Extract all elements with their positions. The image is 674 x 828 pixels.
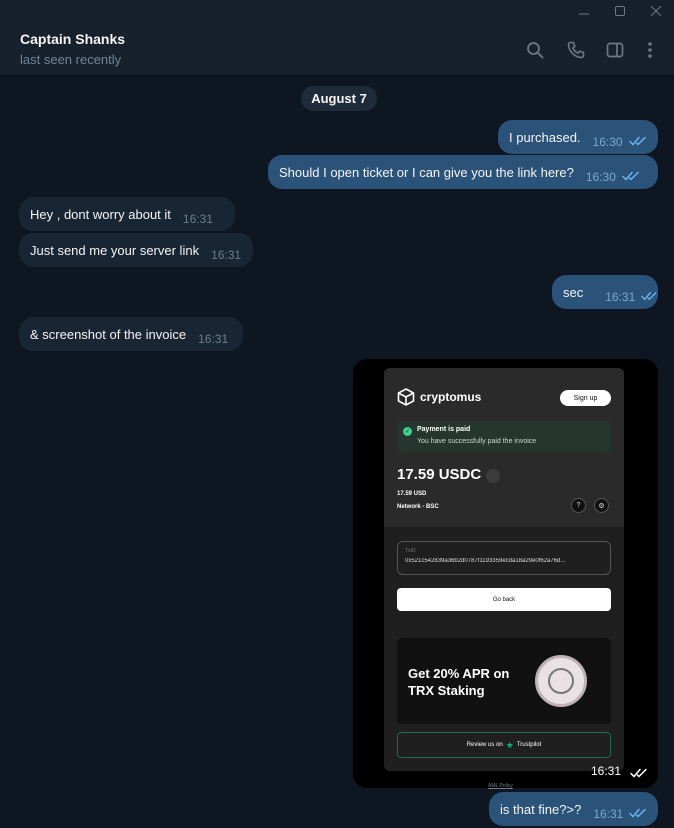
phone-icon[interactable] (565, 39, 587, 61)
go-back-button: Go back (397, 588, 611, 611)
aml-policy-link: AML Policy (488, 783, 513, 789)
amount: 17.59 USDC (397, 466, 482, 483)
message-text: Hey , dont worry about it (30, 206, 171, 222)
help-icon: ? (571, 498, 586, 513)
settings-icon: ⚙ (594, 498, 609, 513)
message-time: 16:31 (211, 247, 242, 262)
invoice-screenshot: cryptomus Sign up ✓ Payment is paid You … (384, 368, 624, 771)
network-label: Network - BSC (397, 504, 439, 510)
message-outgoing[interactable]: sec 16:31 (552, 275, 658, 309)
message-incoming[interactable]: Hey , dont worry about it 16:31 (19, 197, 235, 231)
minimize-button[interactable] (566, 0, 602, 22)
message-text: & screenshot of the invoice (30, 326, 187, 342)
title-bar (0, 0, 674, 22)
trustpilot-review: Review us on ★ Trustpilot (397, 732, 611, 758)
copy-icon (486, 469, 500, 483)
invoice-screenshot-photo[interactable]: cryptomus Sign up ✓ Payment is paid You … (353, 359, 658, 788)
payment-status-title: Payment is paid (417, 426, 471, 433)
star-icon: ★ (505, 739, 514, 750)
telegram-window: Captain Shanks last seen recently August… (0, 0, 674, 828)
message-outgoing[interactable]: is that fine?>? 16:31 (489, 792, 658, 826)
signup-button: Sign up (560, 390, 611, 406)
txid-label: TxID (405, 548, 416, 554)
chat-header[interactable]: Captain Shanks last seen recently (0, 22, 674, 76)
review-label: Review us on (466, 742, 503, 748)
message-time: 16:30 (592, 134, 623, 149)
message-outgoing[interactable]: Should I open ticket or I can give you t… (268, 155, 658, 189)
contact-name[interactable]: Captain Shanks (20, 31, 125, 47)
double-check-icon (630, 768, 647, 778)
maximize-button[interactable] (602, 0, 638, 22)
trx-coin-icon (535, 655, 587, 707)
double-check-icon (628, 136, 646, 146)
cryptomus-logo: cryptomus (397, 388, 481, 406)
message-time: 16:31 (182, 211, 213, 226)
trustpilot-label: Trustpilot (516, 742, 542, 748)
contact-status: last seen recently (20, 52, 122, 67)
more-vertical-icon[interactable] (639, 39, 661, 61)
usd-amount: 17.59 USD (397, 491, 427, 497)
double-check-icon (629, 808, 647, 818)
message-time: 16:30 (585, 169, 616, 184)
payment-status-subtitle: You have successfully paid the invoice (417, 438, 537, 445)
message-time: 16:31 (605, 289, 636, 304)
double-check-icon (641, 292, 657, 301)
message-outgoing[interactable]: I purchased. 16:30 (498, 120, 658, 154)
brand-name: cryptomus (420, 390, 482, 404)
txid-field: TxID 0x521c542839a36b2d0787f1193359ecda1… (397, 541, 611, 575)
search-icon[interactable] (524, 39, 546, 61)
message-text: Just send me your server link (30, 242, 200, 258)
date-separator: August 7 (301, 86, 377, 111)
message-incoming[interactable]: & screenshot of the invoice 16:31 (19, 317, 243, 351)
promo-banner: Get 20% APR on TRX Staking (397, 638, 611, 724)
message-text: sec (563, 284, 584, 300)
payment-status: ✓ Payment is paid You have successfully … (397, 421, 611, 452)
double-check-icon (622, 171, 639, 181)
message-time: 16:31 (198, 331, 229, 346)
message-text: is that fine?>? (500, 801, 582, 817)
check-circle-icon: ✓ (403, 427, 412, 436)
message-incoming[interactable]: Just send me your server link 16:31 (19, 233, 253, 267)
sidebar-icon[interactable] (604, 39, 626, 61)
close-button[interactable] (638, 0, 674, 22)
message-text: Should I open ticket or I can give you t… (279, 164, 574, 180)
message-list[interactable]: August 7 I purchased. 16:30 Should I ope… (0, 77, 674, 828)
promo-text: Get 20% APR on TRX Staking (408, 666, 510, 698)
message-text: I purchased. (509, 129, 581, 145)
photo-time: 16:31 (591, 764, 622, 778)
message-time: 16:31 (593, 806, 624, 821)
txid-value: 0x521c542839a36b2d0787f1193359ecda18a29e… (405, 558, 566, 564)
cube-icon (397, 388, 415, 406)
